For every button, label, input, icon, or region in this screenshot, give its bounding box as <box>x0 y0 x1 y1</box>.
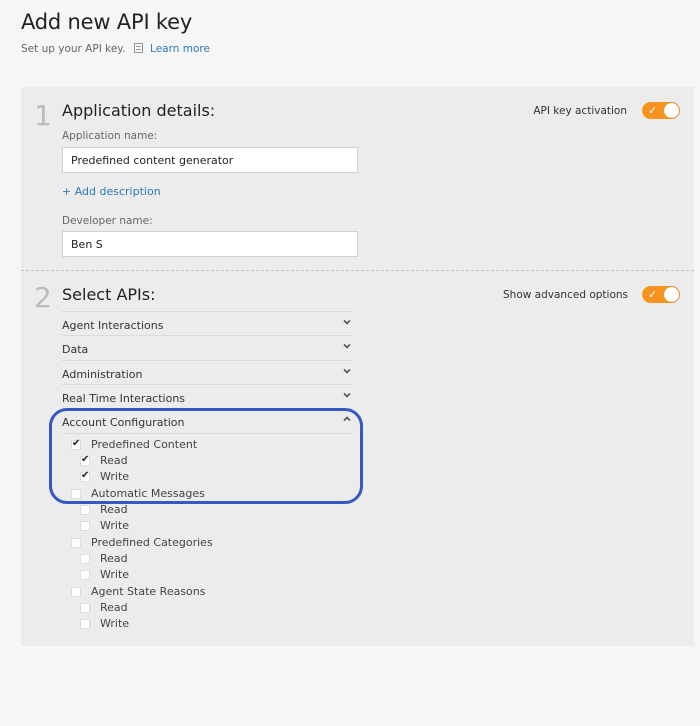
category-divider <box>62 433 352 434</box>
checkbox-label: Predefined Content <box>91 438 198 451</box>
advanced-options-label: Show advanced options <box>503 289 628 301</box>
application-name-input[interactable] <box>62 147 358 173</box>
chevron-down-icon[interactable] <box>342 317 352 327</box>
checkmark-icon: ✔ <box>81 454 90 465</box>
api-category-label: Administration <box>62 368 143 381</box>
step-number-2: 2 <box>34 281 52 314</box>
page-title: Add new API key <box>21 10 193 34</box>
chevron-up-icon[interactable] <box>342 414 352 424</box>
checkbox-label: Write <box>100 568 130 581</box>
checkmark-icon: ✔ <box>81 470 90 481</box>
developer-name-input[interactable] <box>62 231 358 257</box>
toggle-knob <box>664 287 679 302</box>
checkbox[interactable] <box>80 603 90 613</box>
section-title-application-details: Application details: <box>62 101 216 120</box>
api-category-row[interactable]: Administration <box>62 360 352 385</box>
subtitle-text: Set up your API key. <box>21 43 126 55</box>
api-key-activation-label: API key activation <box>533 105 627 117</box>
checkbox[interactable] <box>80 554 90 564</box>
api-category-row[interactable]: Account Configuration <box>62 408 352 433</box>
checkbox-label: Read <box>100 601 128 614</box>
checkbox-label: Automatic Messages <box>91 487 205 500</box>
api-category-label: Data <box>62 343 89 356</box>
api-category-label: Account Configuration <box>62 416 185 429</box>
check-icon: ✓ <box>648 104 658 117</box>
add-description-link[interactable]: + Add description <box>62 185 161 198</box>
toggle-knob <box>664 103 679 118</box>
checkbox-label: Read <box>100 503 128 516</box>
checkbox[interactable]: ✔ <box>80 470 90 482</box>
checkbox-label: Predefined Categories <box>91 536 213 549</box>
section-title-select-apis: Select APIs: <box>62 285 156 304</box>
api-category-label: Agent Interactions <box>62 319 164 332</box>
api-category-row[interactable]: Agent Interactions <box>62 311 352 336</box>
section-divider <box>21 270 694 271</box>
checkbox[interactable] <box>80 505 90 515</box>
checkbox-label: Write <box>100 470 130 483</box>
chevron-down-icon[interactable] <box>342 341 352 351</box>
chevron-down-icon[interactable] <box>342 390 352 400</box>
checkbox-label: Read <box>100 454 128 467</box>
api-key-activation-toggle[interactable]: ✓ <box>642 102 680 119</box>
checkbox-label: Write <box>100 519 130 532</box>
checkbox[interactable] <box>71 538 81 548</box>
checkbox[interactable]: ✔ <box>80 454 90 466</box>
checkbox-label: Read <box>100 552 128 565</box>
checkbox[interactable] <box>71 587 81 597</box>
form-panel: 1 Application details: API key activatio… <box>21 87 694 646</box>
developer-name-label: Developer name: <box>62 215 153 227</box>
checkbox[interactable]: ✔ <box>71 438 81 450</box>
checkbox[interactable] <box>80 521 90 531</box>
learn-more-link[interactable]: Learn more <box>150 43 210 55</box>
chevron-down-icon[interactable] <box>342 366 352 376</box>
api-category-row[interactable]: Real Time Interactions <box>62 384 352 409</box>
advanced-options-toggle[interactable]: ✓ <box>642 286 680 303</box>
checkbox[interactable] <box>80 619 90 629</box>
checkbox-label: Write <box>100 617 130 630</box>
api-category-label: Real Time Interactions <box>62 392 186 405</box>
step-number-1: 1 <box>34 99 52 132</box>
check-icon: ✓ <box>648 288 658 301</box>
checkmark-icon: ✔ <box>72 438 81 449</box>
checkbox[interactable] <box>80 570 90 580</box>
checkbox-label: Agent State Reasons <box>91 585 206 598</box>
application-name-label: Application name: <box>62 130 158 142</box>
api-category-row[interactable]: Data <box>62 335 352 360</box>
checkbox[interactable] <box>71 489 81 499</box>
page-subtitle: Set up your API key. Learn more <box>21 43 210 55</box>
document-icon <box>133 43 143 53</box>
